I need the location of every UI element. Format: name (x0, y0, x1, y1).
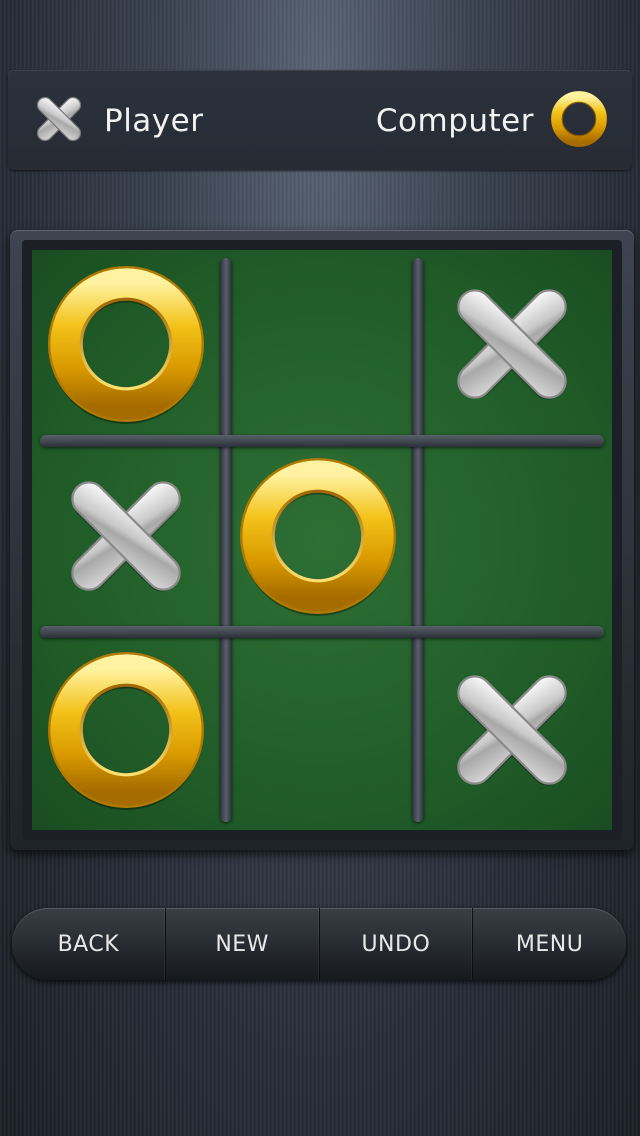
toolbar: BACK NEW UNDO MENU (12, 908, 626, 980)
game-board (32, 250, 612, 830)
player-indicator: Player (28, 88, 203, 154)
board-frame (10, 230, 634, 850)
x-piece-icon (437, 269, 587, 419)
computer-indicator: Computer (376, 88, 610, 154)
board-cell-r1-c2[interactable] (228, 254, 408, 434)
new-game-button[interactable]: NEW (166, 908, 320, 980)
menu-button[interactable]: MENU (473, 908, 626, 980)
undo-button[interactable]: UNDO (320, 908, 474, 980)
x-piece-icon (437, 655, 587, 805)
board-cell-r3-c3[interactable] (422, 640, 602, 820)
o-piece-icon (238, 456, 398, 616)
x-mark-icon (28, 88, 90, 154)
board-cell-r3-c2[interactable] (228, 640, 408, 820)
board-cell-r1-c1[interactable] (36, 254, 216, 434)
x-piece-icon (51, 461, 201, 611)
grid-line (40, 626, 604, 638)
board-cell-r2-c1[interactable] (36, 446, 216, 626)
board-cell-r2-c2[interactable] (228, 446, 408, 626)
o-piece-icon (46, 650, 206, 810)
o-ring-icon (548, 88, 610, 154)
score-header: Player Computer (8, 70, 632, 170)
board-cell-r3-c1[interactable] (36, 640, 216, 820)
board-cell-r2-c3[interactable] (422, 446, 602, 626)
back-button[interactable]: BACK (12, 908, 166, 980)
o-piece-icon (46, 264, 206, 424)
player-label: Player (104, 103, 204, 139)
board-cell-r1-c3[interactable] (422, 254, 602, 434)
computer-label: Computer (375, 103, 534, 139)
